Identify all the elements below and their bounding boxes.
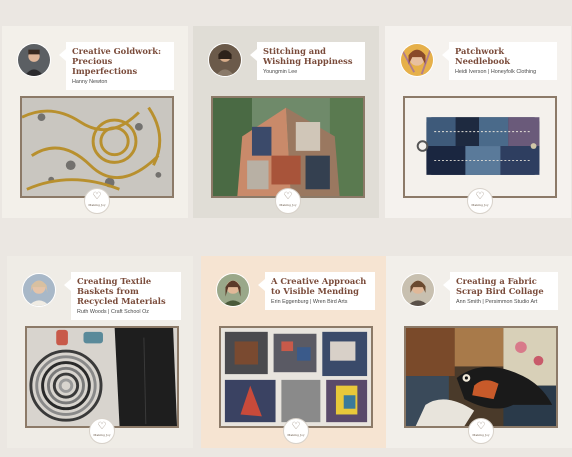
workshop-card[interactable]: A Creative Approach to Visible Mending E… [201,256,387,448]
workshop-photo[interactable] [25,326,179,428]
heart-icon: ♡ [97,421,107,432]
instructor-name: Hanny Newton [72,79,108,85]
workshop-card[interactable]: Creating a Fabric Scrap Bird Collage Ann… [386,256,572,448]
workshop-photo[interactable] [404,326,558,428]
making-joy-logo: ♡ Making Joy [467,188,493,214]
workshop-title: Creating a Fabric Scrap Bird Collage [456,276,544,296]
title-bubble: Creative Goldwork: Precious Imperfection… [59,42,174,90]
workshop-card[interactable]: Creative Goldwork: Precious Imperfection… [2,26,188,218]
heart-icon: ♡ [92,191,102,202]
heart-icon: ♡ [476,421,486,432]
workshop-photo[interactable] [403,96,557,198]
title-bubble: Creating Textile Baskets from Recycled M… [64,272,181,320]
making-joy-logo: ♡ Making Joy [89,418,115,444]
workshop-card[interactable]: Patchwork Needlebook Heidi Iverson | Hon… [385,26,571,218]
instructor-avatar [400,43,434,77]
making-joy-logo: ♡ Making Joy [275,188,301,214]
workshop-photo[interactable] [219,326,373,428]
workshop-title: Stitching and Wishing Happiness [263,46,353,66]
instructor-avatar [401,273,435,307]
heart-icon: ♡ [475,191,485,202]
workshop-title: Patchwork Needlebook [455,46,510,66]
workshop-title: Creating Textile Baskets from Recycled M… [77,276,166,306]
workshop-grid: Creative Goldwork: Precious Imperfection… [0,0,572,457]
workshop-photo[interactable] [20,96,174,198]
instructor-avatar [208,43,242,77]
workshop-card[interactable]: Stitching and Wishing Happiness Youngmin… [193,26,379,218]
instructor-name: Erin Eggenburg | Wren Bird Arts [271,299,348,305]
workshop-title: Creative Goldwork: Precious Imperfection… [72,46,162,76]
workshop-title: A Creative Approach to Visible Mending [271,276,367,296]
title-bubble: Stitching and Wishing Happiness Youngmin… [250,42,365,80]
instructor-name: Heidi Iverson | Honeyfolk Clothing [455,69,537,75]
making-joy-logo: ♡ Making Joy [468,418,494,444]
instructor-avatar [216,273,250,307]
making-joy-logo: ♡ Making Joy [84,188,110,214]
instructor-name: Youngmin Lee [263,69,298,75]
workshop-card[interactable]: Creating Textile Baskets from Recycled M… [7,256,193,448]
heart-icon: ♡ [283,191,293,202]
instructor-avatar [22,273,56,307]
instructor-avatar [17,43,51,77]
instructor-name: Ruth Woods | Craft School Oz [77,309,150,315]
title-bubble: Patchwork Needlebook Heidi Iverson | Hon… [442,42,557,80]
title-bubble: Creating a Fabric Scrap Bird Collage Ann… [443,272,558,310]
instructor-name: Ann Smith | Persimmon Studio Art [456,299,538,305]
heart-icon: ♡ [291,421,301,432]
workshop-photo[interactable] [211,96,365,198]
title-bubble: A Creative Approach to Visible Mending E… [258,272,375,310]
making-joy-logo: ♡ Making Joy [283,418,309,444]
